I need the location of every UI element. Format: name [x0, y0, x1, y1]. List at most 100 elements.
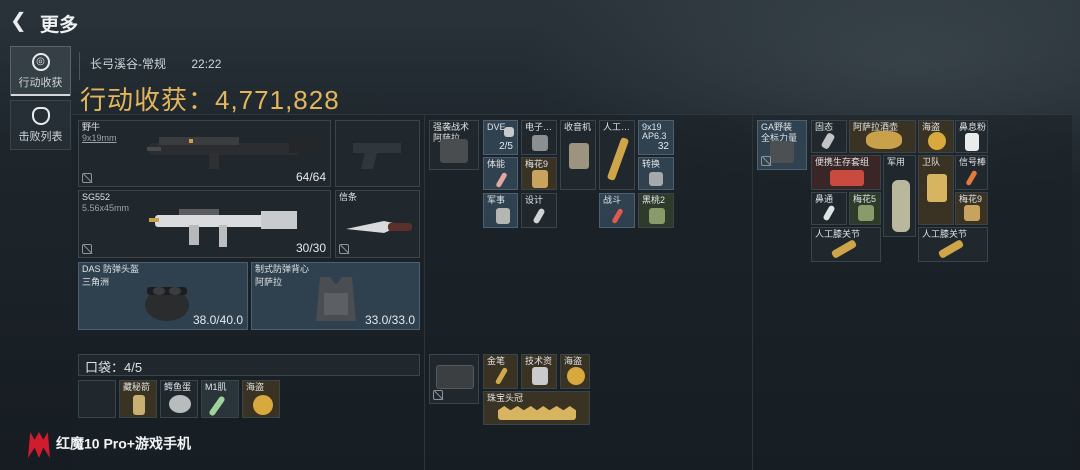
safebox-item[interactable]: 便携生存套组 — [811, 155, 881, 190]
safebox-item[interactable]: 梅花5 — [849, 192, 881, 225]
knife-image — [346, 221, 412, 233]
unlink-icon — [339, 244, 349, 254]
ammo-count: 30/30 — [295, 241, 326, 255]
safebox-item[interactable]: 鼻通 — [811, 192, 847, 225]
pistol-slot-empty[interactable] — [335, 120, 420, 187]
safebox-item[interactable]: 海盗 — [918, 120, 954, 153]
doc-icon — [496, 208, 510, 224]
backpack-item[interactable]: 梅花9 — [521, 157, 557, 190]
backpack-item[interactable]: 收音机 — [560, 120, 596, 190]
safebox-item[interactable]: 鼻息粉 — [955, 120, 988, 153]
ammo-count: 64/64 — [295, 170, 326, 184]
item-name: DAS 防弹头盔 — [82, 264, 140, 274]
safebox-item[interactable]: 阿萨拉酒壶 — [849, 120, 916, 153]
box-item[interactable]: 技术资 — [521, 354, 557, 389]
item-count: 32 — [657, 141, 669, 152]
safebox-item[interactable]: 军用 — [883, 155, 916, 237]
item-sub: AP6.3 — [642, 131, 667, 141]
item-name: 战斗 — [603, 195, 622, 205]
weapon-caliber: 5.56x45mm — [82, 203, 130, 213]
pocket-item[interactable]: M1肌 — [201, 380, 239, 418]
harvest-total: 行动收获：4,771,828 — [80, 85, 340, 115]
backpack-item[interactable]: 设计 — [521, 193, 557, 228]
item-name: 梅花5 — [853, 194, 877, 204]
item-name: 便携生存套组 — [815, 157, 870, 167]
smg-image — [147, 137, 317, 169]
item-count: 2/5 — [499, 141, 513, 152]
map-name: 长弓溪谷-常规 — [90, 57, 166, 71]
pocket-total: /5 — [131, 360, 143, 375]
armor-slot[interactable]: 制式防弹背心 阿萨拉 33.0/33.0 — [251, 262, 420, 330]
vest-icon — [440, 139, 468, 163]
backpack-item[interactable]: 强袭战术 阿萨拉 — [429, 120, 479, 170]
item-name: 收音机 — [564, 122, 592, 132]
box-item[interactable]: 金笔 — [483, 354, 518, 389]
ssd-icon — [820, 132, 836, 150]
adapter-icon — [649, 172, 663, 186]
pen-icon — [494, 366, 509, 386]
item-name: 制式防弹背心 — [255, 264, 310, 274]
pocket-item[interactable]: 藏秘箭 — [119, 380, 157, 418]
back-arrow-icon[interactable]: ❮ — [10, 10, 32, 32]
pocket-slot-empty[interactable] — [78, 380, 116, 418]
pocket-item[interactable]: 鳄鱼蛋 — [160, 380, 198, 418]
backpack-item[interactable]: DVE 2/5 — [483, 120, 518, 155]
pocket-header: 口袋：4/5 — [78, 354, 420, 376]
case-item[interactable] — [429, 354, 479, 404]
egg-icon — [169, 395, 191, 413]
safebox-item[interactable]: 卫队 — [918, 155, 954, 225]
backpack-item[interactable]: 转换 — [638, 157, 674, 190]
item-name: 黑桃2 — [642, 195, 666, 205]
box-item[interactable]: 海盗 — [560, 354, 590, 389]
backpack-item[interactable]: 9x19 AP6.3 32 — [638, 120, 674, 155]
tab-label: 击败列表 — [18, 131, 63, 143]
tab-kill-list[interactable]: 击败列表 — [10, 100, 71, 150]
artificial-joint-icon — [606, 136, 630, 182]
item-name: 金笔 — [487, 356, 506, 366]
match-info: 长弓溪谷-常规 22:22 — [90, 55, 243, 72]
primary-weapon-slot[interactable]: 野牛 9x19mm 64/64 — [78, 120, 331, 187]
item-name: 鼻息粉 — [959, 122, 987, 132]
item-name: 梅花9 — [525, 159, 549, 169]
item-name: DVE — [487, 122, 506, 132]
syringe-icon — [208, 395, 226, 417]
pocket-item[interactable]: 海盗 — [242, 380, 280, 418]
weapon-caliber: 9x19mm — [82, 133, 117, 143]
device-watermark: 红魔10 Pro+游戏手机 — [28, 432, 191, 458]
safebox-item[interactable]: GA野装 全标力量 — [757, 120, 807, 170]
item-name: M1肌 — [205, 382, 227, 392]
item-name: 鼻通 — [815, 194, 834, 204]
skull-icon — [31, 107, 50, 125]
syringe-icon — [611, 207, 624, 225]
weapon-name: 野牛 — [82, 122, 101, 132]
helmet-slot[interactable]: DAS 防弹头盔 三角洲 38.0/40.0 — [78, 262, 248, 330]
target-icon: ◎ — [31, 53, 50, 71]
backpack-item[interactable]: 战斗 — [599, 193, 635, 228]
item-name: 鳄鱼蛋 — [164, 382, 192, 392]
safebox-item[interactable]: 梅花9 — [955, 192, 988, 225]
safebox-item[interactable]: 人工膝关节 — [918, 227, 988, 262]
page-title: 更多 — [40, 15, 79, 36]
item-name: 电子… — [525, 122, 553, 132]
item-name: 固态 — [815, 122, 834, 132]
backpack-item[interactable]: 人工… — [599, 120, 635, 190]
backpack-item[interactable]: 黑桃2 — [638, 193, 674, 228]
item-name: 梅花9 — [959, 194, 983, 204]
box-item[interactable]: 珠宝头冠 — [483, 391, 590, 425]
safebox-item[interactable]: 信号棒 — [955, 155, 988, 190]
secondary-weapon-slot[interactable]: SG552 5.56x45mm 30/30 — [78, 190, 331, 258]
card-icon — [532, 170, 548, 188]
backpack-item[interactable]: 军事 — [483, 193, 518, 228]
backpack-item[interactable]: 体能 — [483, 157, 518, 190]
coin-icon — [253, 395, 273, 415]
durability-value: 38.0/40.0 — [192, 313, 243, 327]
safebox-item[interactable]: 固态 — [811, 120, 847, 153]
pistol-placeholder-icon — [353, 143, 401, 169]
pen-icon — [532, 207, 546, 225]
tab-action-harvest[interactable]: ◎ 行动收获 — [10, 46, 71, 96]
backpack-item[interactable]: 电子… — [521, 120, 557, 155]
syringe-icon — [495, 171, 508, 189]
melee-slot[interactable]: 信条 — [335, 190, 420, 258]
item-name: 军事 — [487, 195, 506, 205]
safebox-item[interactable]: 人工膝关节 — [811, 227, 881, 262]
